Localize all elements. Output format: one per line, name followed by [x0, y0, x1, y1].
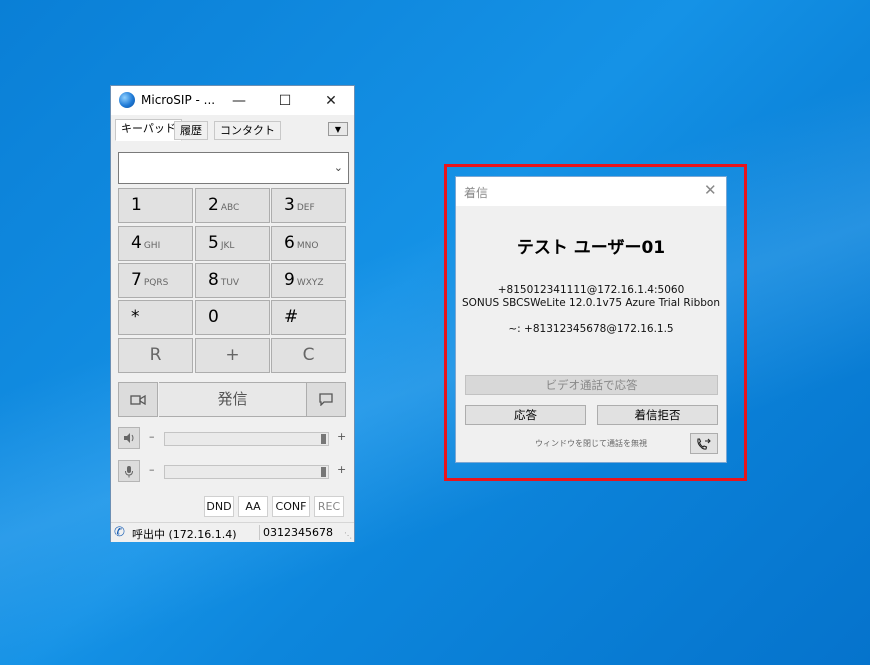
video-answer-button[interactable]: ビデオ通話で応答 — [465, 375, 718, 395]
speaker-mute-button[interactable] — [118, 427, 140, 449]
status-bar: ✆ 呼出中 (172.16.1.4) 0312345678 ⋱ — [111, 522, 354, 542]
incoming-call-titlebar[interactable]: 着信 ✕ — [456, 177, 726, 206]
minimize-icon[interactable]: — — [216, 86, 262, 115]
caller-sip-uri: +815012341111@172.16.1.4:5060 — [497, 284, 685, 296]
key-0[interactable]: 0 — [195, 300, 270, 335]
answer-button[interactable]: 応答 — [465, 405, 586, 425]
tab-history[interactable]: 履歴 — [174, 121, 208, 140]
call-transfer-button[interactable] — [690, 433, 718, 454]
auto-answer-button[interactable]: AA — [238, 496, 268, 517]
tab-bar: キーパッド 履歴 コンタクト ▼ — [111, 115, 354, 143]
video-camera-icon — [130, 394, 146, 405]
key-7[interactable]: 7 PQRS — [118, 263, 193, 298]
caller-user-agent: SONUS SBCSWeLite 12.0.1v75 Azure Trial R… — [461, 297, 721, 309]
window-title: MicroSIP - ... — [141, 93, 216, 107]
incoming-call-dialog: 着信 ✕ テスト ユーザー01 +815012341111@172.16.1.4… — [455, 176, 727, 463]
tab-contacts[interactable]: コンタクト — [214, 121, 281, 140]
dial-number-input[interactable]: ⌄ — [118, 152, 349, 184]
record-button[interactable]: REC — [314, 496, 344, 517]
maximize-icon[interactable]: ☐ — [262, 86, 308, 115]
menu-dropdown-icon[interactable]: ▼ — [328, 122, 348, 136]
key-5[interactable]: 5 JKL — [195, 226, 270, 261]
speaker-icon — [124, 433, 134, 443]
key-2[interactable]: 2 ABC — [195, 188, 270, 223]
speaker-volume-slider[interactable] — [164, 432, 329, 446]
slider-thumb[interactable] — [321, 467, 326, 477]
clear-button[interactable]: C — [271, 338, 346, 373]
call-status-text: 呼出中 (172.16.1.4) — [132, 528, 237, 541]
resize-grip-icon[interactable]: ⋱ — [344, 531, 352, 540]
dnd-button[interactable]: DND — [204, 496, 234, 517]
status-divider — [259, 525, 260, 540]
plus-button[interactable]: + — [195, 338, 270, 373]
speaker-volume-row: – + — [118, 427, 349, 451]
speaker-volume-plus: + — [337, 430, 347, 443]
microphone-volume-row: – + — [118, 460, 349, 484]
dialog-title: 着信 — [464, 186, 489, 200]
microsip-app-icon — [119, 92, 135, 108]
caller-name: テスト ユーザー01 — [516, 238, 666, 258]
phone-transfer-icon — [697, 437, 711, 450]
key-hash[interactable]: # — [271, 300, 346, 335]
key-4[interactable]: 4 GHI — [118, 226, 193, 261]
microphone-icon — [125, 465, 133, 477]
ignore-hint-text: ウィンドウを閉じて通話を無視 — [535, 439, 647, 448]
key-1[interactable]: 1 — [118, 188, 193, 223]
microphone-volume-plus: + — [337, 463, 347, 476]
key-8[interactable]: 8 TUV — [195, 263, 270, 298]
redial-button[interactable]: R — [118, 338, 193, 373]
slider-thumb[interactable] — [321, 434, 326, 444]
close-icon[interactable]: ✕ — [704, 181, 717, 199]
reject-button[interactable]: 着信拒否 — [597, 405, 718, 425]
message-button[interactable] — [306, 382, 346, 417]
call-button[interactable]: 発信 — [159, 382, 306, 417]
microphone-volume-minus: – — [149, 463, 155, 476]
key-3[interactable]: 3 DEF — [271, 188, 346, 223]
tab-keypad[interactable]: キーパッド — [115, 119, 182, 141]
microphone-volume-slider[interactable] — [164, 465, 329, 479]
chat-bubble-icon — [319, 393, 333, 406]
key-9[interactable]: 9 WXYZ — [271, 263, 346, 298]
conference-button[interactable]: CONF — [272, 496, 310, 517]
microsip-window: MicroSIP - ... — ☐ ✕ キーパッド 履歴 コンタクト ▼ ⌄ … — [110, 85, 355, 542]
close-icon[interactable]: ✕ — [308, 86, 354, 115]
video-call-button[interactable] — [118, 382, 158, 417]
phone-calling-icon: ✆ — [114, 525, 125, 540]
speaker-volume-minus: – — [149, 430, 155, 443]
key-6[interactable]: 6 MNO — [271, 226, 346, 261]
key-star[interactable]: * — [118, 300, 193, 335]
account-number: 0312345678 — [263, 526, 333, 539]
called-party-line: ~: +81312345678@172.16.1.5 — [508, 323, 674, 335]
microsip-titlebar[interactable]: MicroSIP - ... — ☐ ✕ — [111, 86, 354, 115]
microphone-mute-button[interactable] — [118, 460, 140, 482]
chevron-down-icon[interactable]: ⌄ — [334, 161, 343, 174]
